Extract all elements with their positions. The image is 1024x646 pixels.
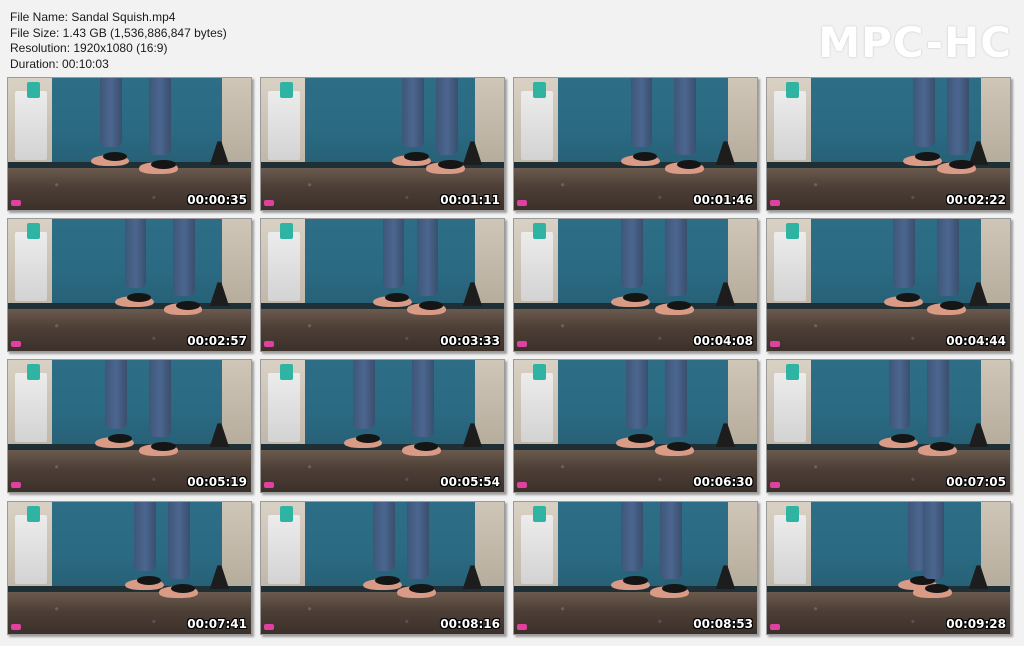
mpc-hc-logo: MPC-HC xyxy=(818,18,1012,67)
video-frame xyxy=(767,78,1010,210)
thumbnail[interactable]: 00:00:35 xyxy=(7,77,252,211)
file-size-line: File Size: 1.43 GB (1,536,886,847 bytes) xyxy=(10,25,227,40)
watermark-icon xyxy=(770,200,780,206)
watermark-icon xyxy=(770,482,780,488)
watermark-icon xyxy=(770,341,780,347)
file-info: File Name: Sandal Squish.mp4 File Size: … xyxy=(10,10,227,72)
watermark-icon xyxy=(264,341,274,347)
video-frame xyxy=(767,360,1010,492)
thumbnail[interactable]: 00:02:22 xyxy=(766,77,1011,211)
thumbnail[interactable]: 00:01:46 xyxy=(513,77,758,211)
thumbnail-timestamp: 00:00:35 xyxy=(187,193,247,207)
thumbnail-grid: 00:00:35 00:01:11 00:01:46 00:02:22 00:02:57… xyxy=(7,77,1017,639)
video-frame xyxy=(514,219,757,351)
watermark-icon xyxy=(11,341,21,347)
thumbnail-timestamp: 00:07:05 xyxy=(946,475,1006,489)
thumbnail-timestamp: 00:01:11 xyxy=(440,193,500,207)
thumbnail[interactable]: 00:01:11 xyxy=(260,77,505,211)
watermark-icon xyxy=(517,624,527,630)
thumbnail-timestamp: 00:05:54 xyxy=(440,475,500,489)
watermark-icon xyxy=(11,624,21,630)
video-frame xyxy=(261,502,504,634)
thumbnail-timestamp: 00:05:19 xyxy=(187,475,247,489)
thumbnail[interactable]: 00:03:33 xyxy=(260,218,505,352)
watermark-icon xyxy=(264,482,274,488)
thumbnail[interactable]: 00:07:41 xyxy=(7,501,252,635)
duration-line: Duration: 00:10:03 xyxy=(10,56,109,71)
thumbnail-timestamp: 00:01:46 xyxy=(693,193,753,207)
video-frame xyxy=(514,78,757,210)
video-frame xyxy=(767,219,1010,351)
video-frame xyxy=(767,502,1010,634)
thumbnail-timestamp: 00:06:30 xyxy=(693,475,753,489)
thumbnail[interactable]: 00:08:16 xyxy=(260,501,505,635)
watermark-icon xyxy=(264,200,274,206)
file-name-line: File Name: Sandal Squish.mp4 xyxy=(10,10,176,24)
video-frame xyxy=(261,360,504,492)
video-frame xyxy=(8,360,251,492)
thumbnail-timestamp: 00:04:44 xyxy=(946,334,1006,348)
thumbnail-timestamp: 00:02:57 xyxy=(187,334,247,348)
thumbnail-timestamp: 00:09:28 xyxy=(946,617,1006,631)
video-frame xyxy=(514,360,757,492)
thumbnail-timestamp: 00:07:41 xyxy=(187,617,247,631)
watermark-icon xyxy=(517,200,527,206)
resolution-line: Resolution: 1920x1080 (16:9) xyxy=(10,41,168,55)
thumbnail[interactable]: 00:06:30 xyxy=(513,359,758,493)
watermark-icon xyxy=(770,624,780,630)
watermark-icon xyxy=(264,624,274,630)
thumbnail-timestamp: 00:03:33 xyxy=(440,334,500,348)
thumbnail[interactable]: 00:09:28 xyxy=(766,501,1011,635)
video-frame xyxy=(261,219,504,351)
thumbnail[interactable]: 00:04:44 xyxy=(766,218,1011,352)
thumbnail[interactable]: 00:07:05 xyxy=(766,359,1011,493)
video-frame xyxy=(261,78,504,210)
thumbnail[interactable]: 00:05:19 xyxy=(7,359,252,493)
thumbnail[interactable]: 00:08:53 xyxy=(513,501,758,635)
watermark-icon xyxy=(517,341,527,347)
thumbnail[interactable]: 00:05:54 xyxy=(260,359,505,493)
thumbnail[interactable]: 00:04:08 xyxy=(513,218,758,352)
thumbnail-timestamp: 00:08:53 xyxy=(693,617,753,631)
thumbnail-timestamp: 00:04:08 xyxy=(693,334,753,348)
watermark-icon xyxy=(11,200,21,206)
thumbnail-timestamp: 00:08:16 xyxy=(440,617,500,631)
video-frame xyxy=(8,502,251,634)
watermark-icon xyxy=(11,482,21,488)
video-frame xyxy=(8,78,251,210)
video-frame xyxy=(8,219,251,351)
video-frame xyxy=(514,502,757,634)
thumbnail[interactable]: 00:02:57 xyxy=(7,218,252,352)
watermark-icon xyxy=(517,482,527,488)
thumbnail-timestamp: 00:02:22 xyxy=(946,193,1006,207)
